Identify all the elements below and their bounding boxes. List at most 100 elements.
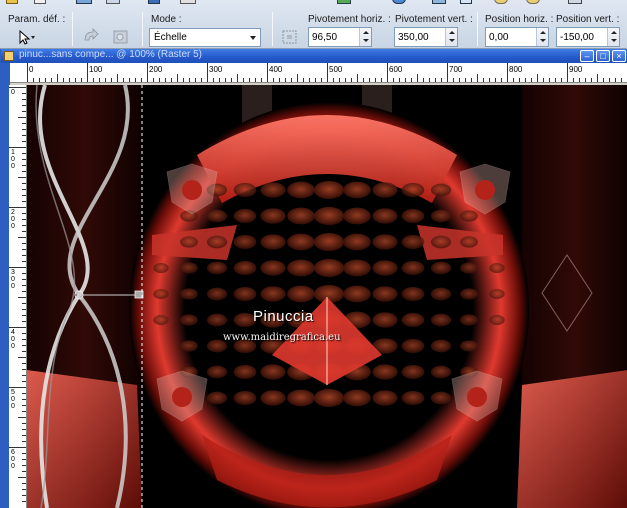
pattern-dot bbox=[260, 364, 286, 380]
pattern-dot bbox=[287, 233, 315, 251]
position-v-label: Position vert. : bbox=[556, 14, 620, 25]
mode-select[interactable]: Échelle bbox=[149, 28, 261, 47]
pivot-h-stepper[interactable] bbox=[359, 28, 371, 46]
ruler-minor-tick bbox=[45, 78, 46, 82]
open-file-icon[interactable] bbox=[34, 0, 46, 4]
ruler-label: 700 bbox=[449, 65, 463, 74]
ruler-minor-tick bbox=[417, 74, 418, 82]
pivot-h-input[interactable]: 96,50 bbox=[308, 27, 372, 47]
download-icon[interactable] bbox=[460, 0, 472, 4]
position-h-stepper[interactable] bbox=[536, 28, 548, 46]
zoom-icon[interactable] bbox=[494, 0, 508, 4]
reset-button[interactable] bbox=[80, 27, 102, 47]
ruler-minor-tick bbox=[195, 78, 196, 82]
pattern-dot bbox=[343, 259, 371, 277]
ruler-major-tick bbox=[9, 327, 26, 328]
ruler-minor-tick bbox=[22, 153, 26, 154]
ruler-minor-tick bbox=[57, 74, 58, 82]
pattern-dot bbox=[343, 233, 371, 251]
minimize-button[interactable]: – bbox=[580, 50, 594, 62]
ruler-minor-tick bbox=[22, 405, 26, 406]
pivot-v-input[interactable]: 350,00 bbox=[394, 27, 458, 47]
preset-pointer-button[interactable] bbox=[14, 27, 36, 47]
ruler-minor-tick bbox=[22, 435, 26, 436]
pivot-v-stepper[interactable] bbox=[445, 28, 457, 46]
ruler-major-tick bbox=[9, 447, 26, 448]
ruler-minor-tick bbox=[22, 93, 26, 94]
refresh-icon[interactable] bbox=[337, 0, 351, 4]
pivot-toggle-button[interactable] bbox=[279, 27, 301, 47]
image-canvas[interactable]: Pinuccia www.maidiregrafica.eu bbox=[27, 85, 627, 508]
ruler-minor-tick bbox=[22, 159, 26, 160]
watermark-title: Pinuccia bbox=[253, 308, 314, 325]
edit-icon[interactable] bbox=[106, 0, 120, 4]
separator bbox=[142, 12, 143, 46]
artwork-graphic bbox=[27, 85, 627, 508]
document-title-bar[interactable]: pinuc...sans compe... @ 100% (Raster 5) … bbox=[1, 49, 627, 63]
pattern-dot bbox=[460, 288, 478, 300]
maximize-button[interactable]: □ bbox=[596, 50, 610, 62]
ruler-minor-tick bbox=[22, 231, 26, 232]
position-h-input[interactable]: 0,00 bbox=[485, 27, 549, 47]
tool-options-bar: Param. déf. : Mode : Échelle Pivotement … bbox=[0, 0, 627, 49]
new-file-icon[interactable] bbox=[6, 0, 18, 4]
ruler-minor-tick bbox=[22, 123, 26, 124]
ruler-major-tick bbox=[567, 63, 568, 82]
ruler-minor-tick bbox=[171, 78, 172, 82]
ruler-major-tick bbox=[267, 63, 268, 82]
ruler-minor-tick bbox=[22, 135, 26, 136]
ruler-minor-tick bbox=[111, 78, 112, 82]
zoom-out-icon[interactable] bbox=[526, 0, 540, 4]
ruler-minor-tick bbox=[51, 78, 52, 82]
pattern-dot bbox=[489, 263, 505, 273]
ruler-minor-tick bbox=[243, 78, 244, 82]
ruler-minor-tick bbox=[22, 453, 26, 454]
ruler-label: 600 bbox=[389, 65, 403, 74]
ruler-label: 200 bbox=[11, 209, 15, 230]
ruler-minor-tick bbox=[213, 78, 214, 82]
ruler-minor-tick bbox=[579, 78, 580, 82]
ruler-minor-tick bbox=[22, 459, 26, 460]
separator bbox=[477, 12, 478, 46]
layer-icon[interactable] bbox=[180, 0, 196, 4]
vertical-ruler: 0 100 200 300 400 500 600 bbox=[9, 85, 27, 508]
save-icon[interactable] bbox=[76, 0, 92, 4]
ruler-minor-tick bbox=[591, 78, 592, 82]
ruler-label: 400 bbox=[269, 65, 283, 74]
position-v-stepper[interactable] bbox=[607, 28, 619, 46]
pattern-dot bbox=[430, 365, 452, 379]
puzzle-icon bbox=[113, 30, 128, 44]
pattern-dot bbox=[206, 287, 228, 301]
pattern-dot bbox=[430, 209, 452, 223]
ruler-minor-tick bbox=[249, 78, 250, 82]
pattern-dot bbox=[343, 389, 371, 407]
pattern-dot bbox=[460, 340, 478, 352]
ruler-minor-tick bbox=[22, 351, 26, 352]
globe-icon[interactable] bbox=[392, 0, 406, 4]
ruler-major-tick bbox=[207, 63, 208, 82]
print-icon[interactable] bbox=[568, 0, 582, 4]
brush-icon[interactable] bbox=[148, 0, 160, 4]
apply-button[interactable] bbox=[110, 27, 132, 47]
ruler-minor-tick bbox=[22, 261, 26, 262]
preset-label: Param. déf. : bbox=[8, 14, 66, 25]
close-button[interactable]: × bbox=[612, 50, 626, 62]
grid-icon[interactable] bbox=[432, 0, 446, 4]
ruler-minor-tick bbox=[22, 315, 26, 316]
pattern-dot bbox=[260, 260, 286, 276]
ruler-minor-tick bbox=[321, 78, 322, 82]
pattern-dot bbox=[460, 314, 478, 326]
ruler-major-tick bbox=[9, 87, 26, 88]
document-title: pinuc...sans compe... @ 100% (Raster 5) bbox=[19, 49, 203, 60]
ruler-minor-tick bbox=[525, 78, 526, 82]
position-v-input[interactable]: -150,00 bbox=[556, 27, 620, 47]
pattern-dot bbox=[180, 340, 198, 352]
pattern-dot bbox=[430, 339, 452, 353]
ruler-label: 100 bbox=[89, 65, 103, 74]
pattern-dot bbox=[372, 182, 398, 198]
app-window: Param. déf. : Mode : Échelle Pivotement … bbox=[0, 0, 627, 508]
pattern-dot bbox=[206, 235, 228, 249]
ruler-minor-tick bbox=[22, 381, 26, 382]
ruler-minor-tick bbox=[18, 357, 26, 358]
pattern-dot bbox=[314, 389, 344, 407]
